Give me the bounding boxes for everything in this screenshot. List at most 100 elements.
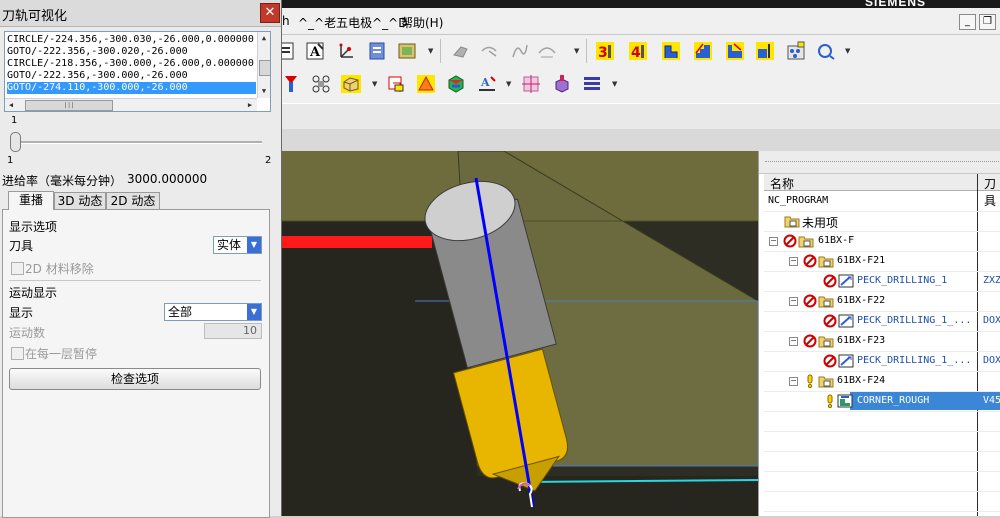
tool-label: 刀具 [9,239,34,253]
coordinate-system-icon[interactable] [334,40,356,62]
tree-row-61bx-f[interactable]: − 61BX-F [764,231,1000,252]
motion-display-select[interactable]: 全部 ▼ [164,303,262,321]
list-item-selected[interactable]: GOTO/-274.110,-300.000,-26.000 [7,82,256,94]
svg-text:3: 3 [598,45,608,61]
tree-row-empty [764,471,1000,492]
step-mill-icon[interactable] [692,40,714,62]
tree-row-61bx-f24[interactable]: − 61BX-F24 [764,371,1000,392]
tree-row-empty [764,451,1000,472]
warning-triangle-icon[interactable] [415,73,437,95]
not-generated-icon [803,334,817,351]
chevron-down-icon[interactable]: ▼ [506,73,514,95]
chevron-down-icon[interactable]: ▼ [372,73,380,95]
point-target-icon[interactable] [520,73,542,95]
tree-row-corner-rough[interactable]: CORNER_ROUGH V45 [764,391,1000,412]
tab-replay[interactable]: 重播 [8,191,54,210]
contour-mill-icon[interactable] [660,40,682,62]
chevron-down-icon[interactable]: ▼ [612,73,620,95]
layer-visibility-icon[interactable] [396,40,418,62]
list-item[interactable]: GOTO/-222.356,-300.000,-26.000 [7,70,257,82]
chevron-down-icon: ▼ [247,237,261,253]
navigator-toolbar [759,151,1000,174]
tree-row-61bx-f23[interactable]: − 61BX-F23 [764,331,1000,352]
tab-2d-dynamic[interactable]: 2D 动态 [106,192,160,210]
pause-each-layer-checkbox[interactable] [11,347,24,360]
finish-walls-icon[interactable] [754,40,776,62]
menu-item-partial[interactable]: h [282,14,290,28]
generate-path-icon[interactable] [385,73,407,95]
minimize-window-button[interactable]: _ [959,14,976,30]
chevron-down-icon[interactable]: ▼ [428,40,436,62]
close-button[interactable]: ✕ [260,3,280,23]
viewport-scene[interactable] [282,151,758,516]
post-process-icon[interactable]: A [476,73,498,95]
needs-postprocess-icon [825,394,835,411]
menubar: h ^_^老五电极^_^D 帮助(H) _ ❐ [282,8,1000,35]
zlevel-mill-icon[interactable] [724,40,746,62]
operation-3-icon[interactable]: 3 [594,40,616,62]
not-generated-icon [823,274,837,291]
scroll-down-icon[interactable]: ▼ [258,85,270,97]
column-header-name[interactable]: 名称 [770,175,794,192]
tool-axis-icon[interactable] [280,73,302,95]
text-note-icon[interactable]: A [304,40,326,62]
tool-display-select[interactable]: 实体 ▼ [213,236,262,254]
cls-listing[interactable]: CIRCLE/-224.356,-300.030,-26.000,0.00000… [4,31,271,112]
tab-3d-dynamic[interactable]: 3D 动态 [54,192,106,210]
chevron-down-icon: ▼ [247,304,261,320]
horizontal-scrollbar[interactable]: ◀ ||| ▶ [5,98,257,111]
speed-slider-track[interactable] [10,141,262,144]
collapse-toggle-icon[interactable]: − [789,257,798,266]
collapse-toggle-icon[interactable]: − [789,297,798,306]
tree-row-peck-drilling-1-f23[interactable]: PECK_DRILLING_1_... DOX [764,351,1000,372]
tree-row-unused-items[interactable]: 未用项 [764,211,1000,232]
menu-item-help[interactable]: 帮助(H) [401,14,443,31]
app-titlebar: SIEMENS [282,0,1000,9]
program-folder-icon [818,374,834,391]
operation-4-icon[interactable]: 4 [627,40,649,62]
scroll-right-icon[interactable]: ▶ [244,99,256,111]
geometry-link-icon[interactable] [310,73,332,95]
collapse-toggle-icon[interactable]: − [789,337,798,346]
scroll-up-icon[interactable]: ▲ [258,32,270,44]
slider-min-label: 1 [7,155,14,166]
dialog-titlebar[interactable]: 刀轨可视化 ✕ [0,0,281,27]
shop-doc-icon[interactable] [551,73,573,95]
speed-slider-thumb[interactable] [10,132,21,152]
tree-row-61bx-f21[interactable]: − 61BX-F21 [764,251,1000,272]
tree-row-nc-program[interactable]: NC_PROGRAM [764,191,1000,212]
restore-window-button[interactable]: ❐ [979,14,996,30]
list-output-icon[interactable] [581,73,603,95]
folder-icon [784,214,800,231]
tree-row-peck-drilling-1[interactable]: PECK_DRILLING_1 ZXZ- [764,271,1000,292]
list-item[interactable]: CIRCLE/-224.356,-300.030,-26.000,0.00000… [7,34,257,46]
not-generated-icon [803,254,817,271]
motion-count-input[interactable]: 10 [204,323,262,339]
drill-pattern-icon[interactable] [785,40,807,62]
check-options-button[interactable]: 检查选项 [9,368,261,390]
workpiece-icon[interactable] [340,73,362,95]
list-item[interactable]: CIRCLE/-218.356,-300.000,-26.000,0.00000… [7,58,257,70]
verify-toolpath-icon[interactable] [815,40,837,62]
chevron-down-icon[interactable]: ▼ [845,40,853,62]
layer-settings-icon[interactable] [366,40,388,62]
tree-row-peck-drilling-1-f22[interactable]: PECK_DRILLING_1_... DOX [764,311,1000,332]
graphics-viewport[interactable] [282,151,758,516]
list-item[interactable]: GOTO/-222.356,-300.020,-26.000 [7,46,257,58]
vertical-scrollbar[interactable]: ▲ ▼ [257,32,270,98]
toolbar-separator [440,39,441,63]
slider-current-label: 1 [11,115,18,126]
tree-row-61bx-f22[interactable]: − 61BX-F22 [764,291,1000,312]
motion-display-title: 运动显示 [9,286,58,300]
collapse-toggle-icon[interactable]: − [769,237,778,246]
simulate-icon[interactable] [445,73,467,95]
feed-rate-label: 进给率（毫米每分钟） [2,174,123,188]
collapse-toggle-icon[interactable]: − [789,377,798,386]
scroll-thumb[interactable] [259,60,270,76]
close-icon: ✕ [264,5,276,20]
chevron-down-icon[interactable]: ▼ [574,40,582,62]
material-removal-2d-checkbox[interactable] [11,262,24,275]
scroll-left-icon[interactable]: ◀ [5,99,17,111]
menu-item-custom[interactable]: ^_^老五电极^_^D [298,14,407,31]
scroll-thumb[interactable]: ||| [25,100,113,111]
